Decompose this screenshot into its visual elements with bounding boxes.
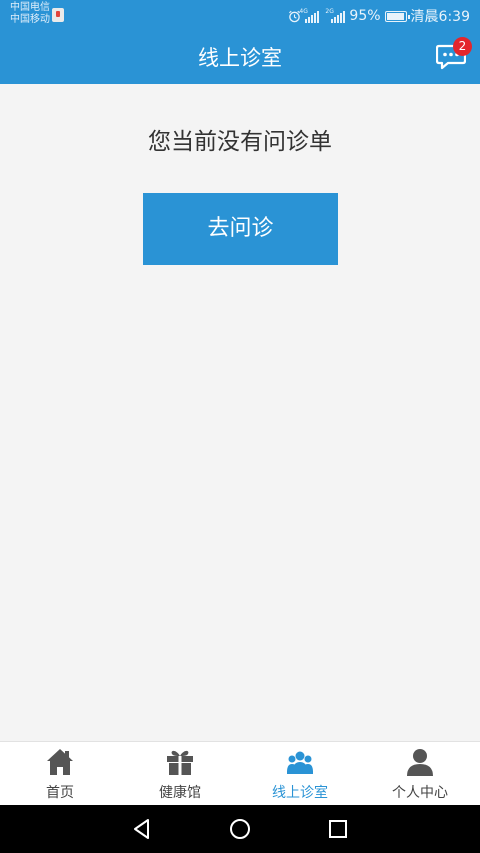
recents-icon[interactable] (326, 817, 350, 841)
battery-percent: 95% (349, 8, 381, 24)
back-icon[interactable] (130, 817, 154, 841)
home-icon (47, 749, 73, 775)
network-label-2: 2G (325, 7, 334, 15)
battery-icon (384, 10, 410, 22)
start-consultation-button[interactable]: 去问诊 (143, 193, 338, 265)
tab-label-health-store: 健康馆 (159, 785, 201, 801)
status-bar: 中国电信 中国移动 4G 2G 95% 清晨6:39 (0, 0, 480, 32)
messages-button[interactable]: 2 (436, 37, 472, 74)
person-icon (407, 749, 433, 776)
tab-home[interactable]: 首页 (0, 742, 120, 805)
clock: 清晨6:39 (410, 9, 470, 25)
unread-badge: 2 (453, 37, 472, 56)
tab-health-store[interactable]: 健康馆 (120, 742, 240, 805)
tab-label-home: 首页 (46, 785, 74, 801)
empty-state-message: 您当前没有问诊单 (148, 129, 332, 155)
main-content: 您当前没有问诊单 去问诊 (0, 84, 480, 741)
page-title: 线上诊室 (198, 46, 282, 70)
tab-label-online-clinic: 线上诊室 (272, 785, 328, 801)
carrier-info: 中国电信 中国移动 (10, 2, 50, 26)
status-indicators: 4G 2G 95% 清晨6:39 (288, 5, 470, 27)
signal-2g-icon: 2G (325, 8, 346, 23)
tab-profile[interactable]: 个人中心 (360, 742, 480, 805)
tab-label-profile: 个人中心 (392, 785, 448, 801)
tab-online-clinic[interactable]: 线上诊室 (240, 742, 360, 805)
carrier-1: 中国电信 (10, 2, 50, 13)
app-header: 线上诊室 2 (0, 32, 480, 84)
consult-room-icon (287, 751, 313, 774)
sim-notification-icon (52, 8, 64, 22)
network-label-1: 4G (299, 7, 308, 15)
home-circle-icon[interactable] (228, 817, 252, 841)
gift-icon (167, 750, 193, 775)
bottom-tab-bar: 首页 健康馆 线上诊室 个人中心 (0, 741, 480, 805)
system-nav-bar (0, 805, 480, 853)
signal-4g-icon: 4G (299, 8, 320, 23)
carrier-2: 中国移动 (10, 14, 50, 25)
